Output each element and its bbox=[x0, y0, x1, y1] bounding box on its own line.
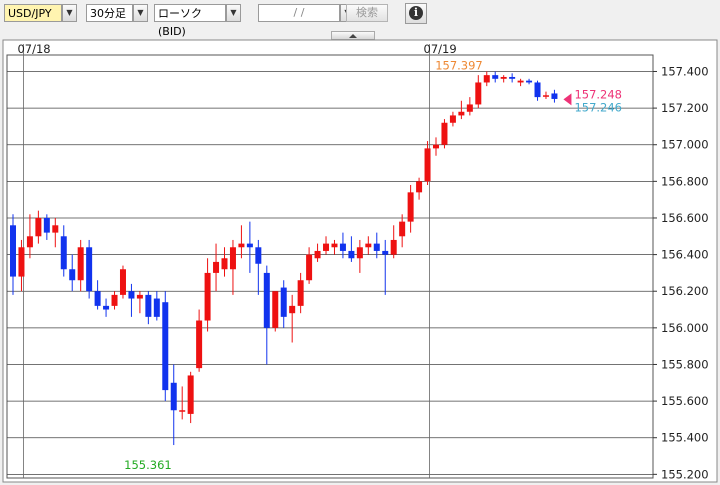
y-tick-label: 156.400 bbox=[661, 248, 709, 262]
candle-body bbox=[35, 217, 42, 237]
candle-body bbox=[145, 294, 152, 317]
candle-body bbox=[542, 95, 549, 97]
candle-body bbox=[280, 287, 287, 317]
candle-body bbox=[382, 250, 389, 255]
candle-body bbox=[52, 225, 59, 233]
plot-area bbox=[6, 54, 654, 479]
y-tick-label: 156.600 bbox=[661, 211, 709, 225]
candle-body bbox=[179, 410, 186, 412]
candle-body bbox=[103, 305, 110, 310]
candle-body bbox=[492, 75, 499, 79]
candle-body bbox=[26, 236, 33, 248]
candle-body bbox=[289, 305, 296, 314]
y-tick-label: 155.800 bbox=[661, 357, 709, 371]
candle-body bbox=[483, 75, 490, 83]
candle-body bbox=[517, 80, 524, 83]
candle-body bbox=[136, 294, 143, 299]
y-tick-label: 155.600 bbox=[661, 394, 709, 408]
candle-body bbox=[365, 243, 372, 248]
candle-body bbox=[272, 291, 279, 328]
candle-body bbox=[18, 247, 25, 277]
candle-body bbox=[323, 243, 330, 251]
candle-body bbox=[187, 375, 194, 414]
candlestick-chart: 157.400 157.200 157.000 156.800 156.600 156.4… bbox=[2, 39, 718, 483]
candle-body bbox=[119, 269, 126, 295]
candle-body bbox=[348, 250, 355, 259]
candle-body bbox=[246, 243, 253, 248]
y-tick-label: 156.200 bbox=[661, 284, 709, 298]
candle-body bbox=[416, 181, 423, 193]
candle-body bbox=[339, 243, 346, 251]
candle-body bbox=[373, 243, 380, 251]
date-label: 07/18 bbox=[17, 42, 50, 56]
candle-body bbox=[424, 148, 431, 182]
candle-body bbox=[204, 272, 211, 321]
candle-body bbox=[255, 247, 262, 264]
candle-body bbox=[77, 247, 84, 281]
candle-body bbox=[263, 272, 270, 328]
date-label-strip bbox=[4, 41, 716, 54]
candle-body bbox=[534, 82, 541, 98]
y-tick-label: 157.400 bbox=[661, 64, 709, 78]
candle-body bbox=[407, 192, 414, 222]
candle-body bbox=[331, 243, 338, 248]
candle-body bbox=[390, 239, 397, 255]
y-tick-label: 156.800 bbox=[661, 174, 709, 188]
candle-body bbox=[306, 254, 313, 281]
candle-body bbox=[500, 76, 507, 79]
candle-body bbox=[10, 225, 16, 277]
y-tick-label: 155.400 bbox=[661, 431, 709, 445]
candle-body bbox=[69, 269, 76, 281]
candle-body bbox=[196, 320, 203, 369]
candle-body bbox=[153, 298, 160, 317]
candle-body bbox=[221, 258, 228, 270]
candle-body bbox=[170, 382, 177, 411]
candle-body bbox=[94, 291, 101, 306]
date-label: 07/19 bbox=[424, 42, 457, 56]
y-tick-label: 157.200 bbox=[661, 101, 709, 115]
y-tick-label: 156.000 bbox=[661, 321, 709, 335]
candle-body bbox=[162, 302, 169, 391]
last-ask-label: 157.248 bbox=[574, 87, 622, 101]
candle-body bbox=[399, 221, 406, 237]
candle-body bbox=[551, 93, 558, 99]
candle-body bbox=[526, 80, 533, 83]
candle-body bbox=[449, 115, 456, 123]
candle-body bbox=[356, 247, 363, 259]
candle-body bbox=[229, 247, 236, 270]
y-tick-label: 157.000 bbox=[661, 138, 709, 152]
candle-body bbox=[509, 76, 516, 79]
candle-body bbox=[86, 247, 93, 292]
candle-body bbox=[441, 122, 448, 145]
candle-body bbox=[466, 104, 473, 112]
candle-body bbox=[111, 294, 118, 306]
candle-body bbox=[238, 243, 245, 248]
high-annotation: 157.397 bbox=[435, 58, 483, 72]
candle-body bbox=[314, 250, 321, 259]
candle-body bbox=[128, 291, 135, 299]
candle-body bbox=[475, 82, 482, 105]
candle-body bbox=[43, 217, 50, 233]
candle-body bbox=[213, 261, 220, 273]
low-annotation: 155.361 bbox=[124, 458, 172, 472]
y-tick-label: 155.200 bbox=[661, 467, 709, 481]
last-bid-label: 157.246 bbox=[574, 100, 622, 114]
candle-body bbox=[458, 111, 465, 116]
candle-body bbox=[433, 144, 439, 149]
candle-body bbox=[297, 280, 304, 306]
candle-body bbox=[60, 236, 67, 270]
